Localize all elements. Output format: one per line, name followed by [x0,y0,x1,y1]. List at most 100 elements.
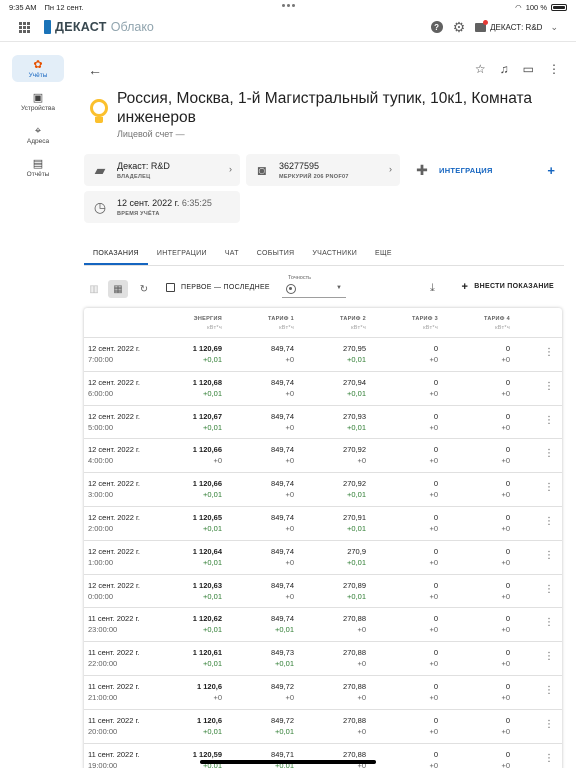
tab-more[interactable]: ЕЩЕ [366,244,401,265]
meter-icon: ✿ [33,59,43,71]
row-value: 270,88 +0 [343,749,366,768]
tab-chat[interactable]: ЧАТ [216,244,248,265]
row-menu-icon[interactable]: ⋮ [544,381,554,392]
tab-readings[interactable]: ПОКАЗАНИЯ [84,244,148,265]
table-row[interactable]: 12 сент. 2022 г. 3:00:00 1 120,66 +0,01 849,… [84,473,562,507]
table-row[interactable]: 12 сент. 2022 г. 1:00:00 1 120,64 +0,01 849,… [84,541,562,575]
meter-serial: 36277595 [279,160,320,171]
app-logo[interactable]: ДЕКАСТ Облако [44,20,154,34]
dropdown-arrow-icon: ▼ [336,285,342,291]
row-menu-icon[interactable]: ⋮ [544,685,554,696]
nav-item-accounts[interactable]: ✿ Учёты [12,55,64,82]
row-value: 0 +0 [429,681,438,702]
nav-item-addresses[interactable]: ⌖ Адреса [12,121,64,148]
table-view-icon[interactable]: ▦ [108,280,128,298]
table-row[interactable]: 12 сент. 2022 г. 6:00:00 1 120,68 +0,01 849,… [84,372,562,406]
row-value: 1 120,67 +0,01 [192,411,222,432]
row-value: 0 +0 [429,546,438,567]
column-header[interactable]: ЭНЕРГИЯ кВт*ч [194,316,222,331]
row-menu-icon[interactable]: ⋮ [544,652,554,662]
precision-icon [286,284,296,294]
add-reading-button[interactable]: + ВНЕСТИ ПОКАЗАНИЕ [462,282,554,293]
meter-card[interactable]: ◙ 36277595 МЕРКУРИЙ 206 PNOF07 › [246,154,400,186]
star-icon[interactable]: ☆ [475,62,486,76]
table-row[interactable]: 12 сент. 2022 г. 7:00:00 1 120,69 +0,01 849,… [84,338,562,372]
row-value: 849,74 +0,01 [271,614,294,635]
table-row[interactable]: 11 сент. 2022 г. 20:00:00 1 120,6 +0,01 849,… [84,710,562,744]
owner-card[interactable]: ▰ Декаст: R&D ВЛАДЕЛЕЦ › [84,154,240,186]
more-vert-icon[interactable]: ⋮ [548,62,560,76]
row-value: 1 120,63 +0,01 [192,580,222,601]
date-range-button[interactable]: ПЕРВОЕ — ПОСЛЕДНЕЕ [166,283,270,292]
row-value: 849,72 +0,01 [271,715,294,736]
row-menu-icon[interactable]: ⋮ [544,550,554,561]
row-menu-icon[interactable]: ⋮ [544,483,554,493]
row-menu-icon[interactable]: ⋮ [544,449,554,459]
column-header[interactable]: ТАРИФ 3 кВт*ч [412,316,438,331]
row-value: 1 120,62 +0,01 [192,614,222,635]
download-icon[interactable]: ⤓ [430,282,435,295]
row-value: 1 120,66 +0,01 [192,479,222,500]
status-time: 9:35 AM [9,2,37,12]
back-arrow-icon[interactable]: ← [88,62,102,78]
nav-label: Учёты [28,72,48,79]
nav-item-reports[interactable]: ▤ Отчёты [12,154,64,181]
table-row[interactable]: 11 сент. 2022 г. 23:00:00 1 120,62 +0,01 849… [84,608,562,643]
table-row[interactable]: 12 сент. 2022 г. 2:00:00 1 120,65 +0,01 849,… [84,507,562,541]
row-value: 0 +0 [501,445,510,466]
tab-participants[interactable]: УЧАСТНИКИ [303,244,366,265]
tab-bar: ПОКАЗАНИЯ ИНТЕГРАЦИИ ЧАТ СОБЫТИЯ УЧАСТНИ… [84,244,564,266]
status-date: Пн 12 сент. [44,2,84,12]
row-menu-icon[interactable]: ⋮ [544,516,554,527]
row-value: 0 +0 [429,749,438,768]
column-header[interactable]: ТАРИФ 4 кВт*ч [484,316,510,331]
gear-icon[interactable]: ⚙ [453,20,466,34]
row-datetime: 11 сент. 2022 г. 22:00:00 [88,648,140,669]
wifi-icon: ◠ [515,3,522,12]
row-menu-icon[interactable]: ⋮ [544,415,554,426]
row-value: 1 120,69 +0,01 [192,344,222,364]
row-menu-icon[interactable]: ⋮ [544,719,554,730]
row-value: 849,74 +0 [271,512,294,533]
row-menu-icon[interactable]: ⋮ [544,348,554,358]
tab-integrations[interactable]: ИНТЕГРАЦИИ [148,244,216,265]
row-value: 1 120,61 +0,01 [192,648,222,669]
add-integration-icon[interactable]: + [547,163,555,178]
table-row[interactable]: 11 сент. 2022 г. 21:00:00 1 120,6 +0 849,72 +… [84,676,562,710]
report-icon: ▤ [32,158,44,170]
table-row[interactable]: 12 сент. 2022 г. 0:00:00 1 120,63 +0,01 849,… [84,575,562,609]
row-menu-icon[interactable]: ⋮ [544,753,554,764]
row-value: 0 +0 [501,648,510,669]
refresh-icon[interactable]: ↻ [134,280,154,298]
multitask-dots[interactable] [282,4,295,7]
table-row[interactable]: 11 сент. 2022 г. 22:00:00 1 120,61 +0,01 849… [84,642,562,676]
row-value: 0 +0 [501,377,510,398]
column-header[interactable]: ТАРИФ 2 кВт*ч [340,316,366,331]
row-value: 849,74 +0 [271,580,294,601]
chat-icon[interactable]: ▭ [523,62,534,76]
row-value: 0 +0 [429,344,438,364]
logo-text: ДЕКАСТ [55,20,107,34]
table-row[interactable]: 12 сент. 2022 г. 4:00:00 1 120,66 +0 849,74 +… [84,439,562,474]
row-value: 270,88 +0 [343,648,366,669]
row-menu-icon[interactable]: ⋮ [544,618,554,628]
precision-select[interactable]: Точность ▼ [282,275,346,298]
home-indicator[interactable] [200,760,376,764]
row-value: 270,88 +0 [343,614,366,635]
user-menu[interactable]: ДЕКАСТ: R&D ⌄ [475,19,558,33]
apps-grid-icon[interactable] [19,22,30,33]
time-clock: 6:35:25 [181,197,212,208]
row-datetime: 11 сент. 2022 г. 20:00:00 [88,715,140,736]
help-icon[interactable]: ? [430,21,443,33]
row-menu-icon[interactable]: ⋮ [544,584,554,595]
table-row[interactable]: 12 сент. 2022 г. 5:00:00 1 120,67 +0,01 849,… [84,406,562,440]
tab-events[interactable]: СОБЫТИЯ [248,244,304,265]
nav-item-devices[interactable]: ▣ Устройства [12,88,64,115]
row-datetime: 11 сент. 2022 г. 23:00:00 [88,614,140,635]
column-header[interactable]: ТАРИФ 1 кВт*ч [268,316,294,331]
chart-view-icon[interactable]: ▥ [84,280,104,298]
row-datetime: 12 сент. 2022 г. 5:00:00 [88,411,140,432]
row-value: 270,92 +0 [343,445,366,466]
table-row[interactable]: 11 сент. 2022 г. 19:00:00 1 120,59 +0,01 849… [84,744,562,768]
bell-icon[interactable]: ♫ [500,62,509,76]
